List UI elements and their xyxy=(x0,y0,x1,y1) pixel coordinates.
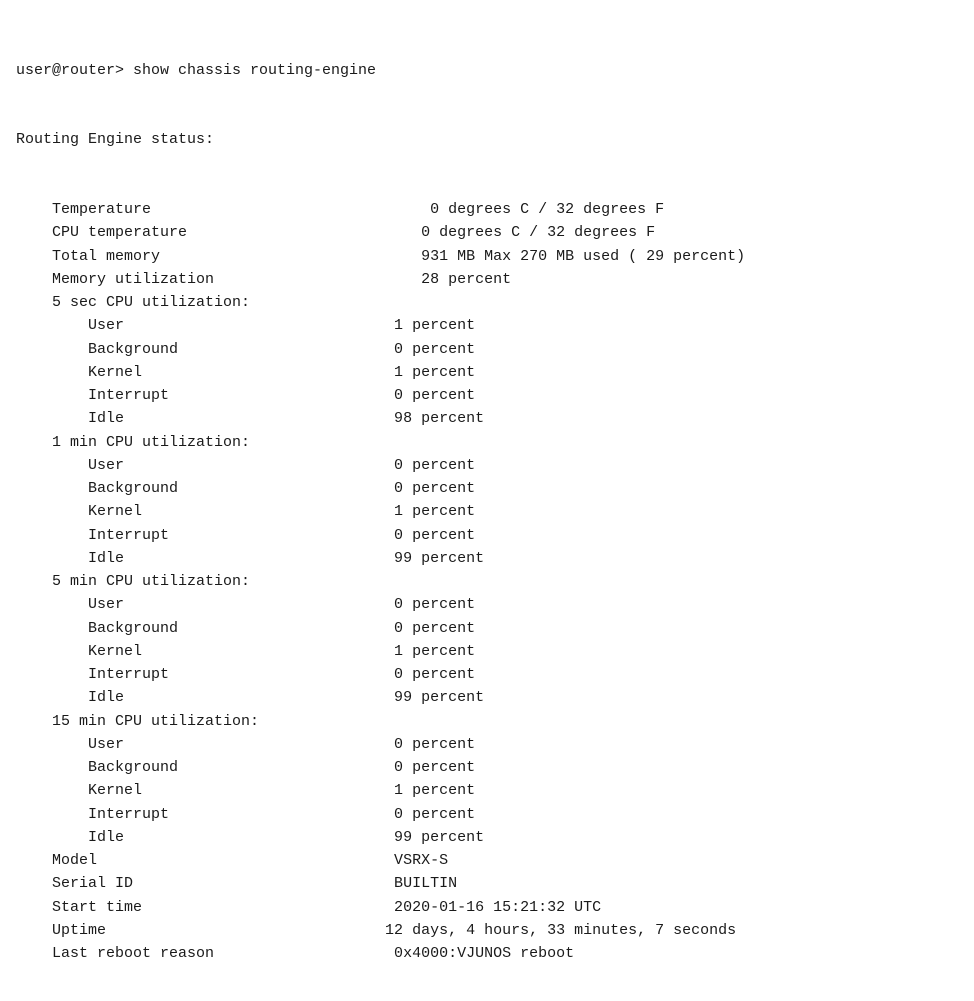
terminal-row: User 1 percent xyxy=(16,314,958,337)
terminal-row: Total memory 931 MB Max 270 MB used ( 29… xyxy=(16,245,958,268)
terminal-row: 15 min CPU utilization: xyxy=(16,710,958,733)
terminal-row: Last reboot reason 0x4000:VJUNOS reboot xyxy=(16,942,958,965)
terminal-row: Idle 99 percent xyxy=(16,826,958,849)
section-header: Routing Engine status: xyxy=(16,128,958,151)
terminal-row: Kernel 1 percent xyxy=(16,640,958,663)
terminal-row: Interrupt 0 percent xyxy=(16,384,958,407)
terminal-row: CPU temperature 0 degrees C / 32 degrees… xyxy=(16,221,958,244)
terminal-row: 5 sec CPU utilization: xyxy=(16,291,958,314)
terminal-row: Interrupt 0 percent xyxy=(16,803,958,826)
terminal-row: Temperature 0 degrees C / 32 degrees F xyxy=(16,198,958,221)
command-line: user@router> show chassis routing-engine xyxy=(16,59,958,82)
terminal-row: 1 min CPU utilization: xyxy=(16,431,958,454)
terminal-row: Idle 99 percent xyxy=(16,547,958,570)
terminal-row: Idle 98 percent xyxy=(16,407,958,430)
terminal-row: User 0 percent xyxy=(16,733,958,756)
terminal-row: Model VSRX-S xyxy=(16,849,958,872)
terminal-row: Interrupt 0 percent xyxy=(16,663,958,686)
terminal-row: Kernel 1 percent xyxy=(16,500,958,523)
terminal-row: Background 0 percent xyxy=(16,617,958,640)
terminal-row: Background 0 percent xyxy=(16,756,958,779)
terminal-row: Serial ID BUILTIN xyxy=(16,872,958,895)
terminal-row: Background 0 percent xyxy=(16,477,958,500)
terminal-row: Start time 2020-01-16 15:21:32 UTC xyxy=(16,896,958,919)
terminal-row: Memory utilization 28 percent xyxy=(16,268,958,291)
terminal-row: Kernel 1 percent xyxy=(16,779,958,802)
terminal-row: User 0 percent xyxy=(16,454,958,477)
terminal-row: Interrupt 0 percent xyxy=(16,524,958,547)
terminal-row: Background 0 percent xyxy=(16,338,958,361)
terminal-row: Kernel 1 percent xyxy=(16,361,958,384)
terminal-output: user@router> show chassis routing-engine… xyxy=(16,12,958,989)
terminal-row: User 0 percent xyxy=(16,593,958,616)
terminal-row: Idle 99 percent xyxy=(16,686,958,709)
terminal-row: Uptime 12 days, 4 hours, 33 minutes, 7 s… xyxy=(16,919,958,942)
terminal-row: 5 min CPU utilization: xyxy=(16,570,958,593)
